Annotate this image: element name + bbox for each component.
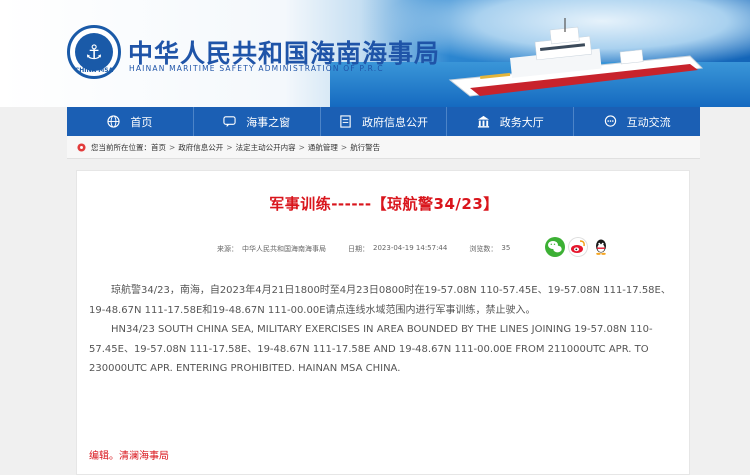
location-icon [77,143,86,152]
breadcrumb-separator: > [169,142,176,152]
article-body: 琼航警34/23，南海，自2023年4月21日1800时至4月23日0800时在… [89,281,679,379]
date-label: 日期： [348,245,369,253]
breadcrumb-separator: > [340,142,348,152]
weibo-icon[interactable] [568,237,588,257]
globe-icon [107,115,121,128]
nav-item-service-hall[interactable]: 政务大厅 [447,107,575,136]
article-title: 军事训练------【琼航警34/23】 [269,195,499,213]
main-nav: 首页 海事之窗 政府信息公开 政务大厅 互动交流 [67,107,700,136]
date-value: 2023-04-19 14:57:44 [373,244,448,252]
wechat-icon[interactable] [545,237,565,257]
chat-icon [223,116,236,128]
msa-logo: ⚓ CHINA MSA [67,25,121,79]
paragraph-chinese: 琼航警34/23，南海，自2023年4月21日1800时至4月23日0800时在… [89,285,671,316]
speech-icon [604,115,616,127]
breadcrumb-statutory[interactable]: 法定主动公开内容 [236,142,296,153]
ship-image [448,18,704,97]
nav-label: 政务大厅 [499,115,544,129]
article-editor: 编辑。清澜海事局 [89,451,169,462]
source-label: 来源： [217,245,238,253]
header-banner: ⚓ CHINA MSA 中华人民共和国海南海事局 HAINAN MARITIME… [0,0,750,107]
document-icon [340,115,351,128]
breadcrumb-gov-info[interactable]: 政府信息公开 [178,142,223,153]
nav-item-interaction[interactable]: 互动交流 [574,107,700,136]
breadcrumb-separator: > [298,142,305,152]
nav-label: 互动交流 [626,115,671,129]
qq-icon[interactable] [591,237,611,257]
views-label: 浏览数： [469,245,498,253]
logo-text: CHINA MSA [74,67,114,74]
nav-item-home[interactable]: 首页 [67,107,194,136]
building-icon [477,115,489,128]
article-meta: 来源： 中华人民共和国海南海事局 日期： 2023-04-19 14:57:44… [217,244,514,254]
views-value: 35 [501,244,511,252]
breadcrumb-prefix: 您当前所在位置： [91,142,151,152]
breadcrumb-navigation[interactable]: 通航管理 [308,142,338,153]
breadcrumb-home[interactable]: 首页 [151,142,166,153]
nav-label: 海事之窗 [246,115,291,129]
paragraph-english: HN34/23 SOUTH CHINA SEA, MILITARY EXERCI… [89,324,653,374]
nav-item-window[interactable]: 海事之窗 [194,107,321,136]
nav-label: 首页 [130,115,153,129]
nav-label: 政府信息公开 [361,115,428,129]
source-value: 中华人民共和国海南海事局 [242,245,326,253]
site-subtitle: HAINAN MARITIME SAFETY ADMINISTRATION OF… [129,64,384,73]
article-panel: 军事训练------【琼航警34/23】 来源： 中华人民共和国海南海事局 日期… [76,170,690,475]
breadcrumb-warnings[interactable]: 航行警告 [350,142,380,153]
share-bar [545,237,614,257]
breadcrumb-separator: > [226,142,233,152]
anchor-icon: ⚓ [75,33,113,71]
breadcrumb: 您当前所在位置： 首页 > 政府信息公开 > 法定主动公开内容 > 通航管理 >… [67,136,700,159]
nav-item-gov-info[interactable]: 政府信息公开 [321,107,448,136]
